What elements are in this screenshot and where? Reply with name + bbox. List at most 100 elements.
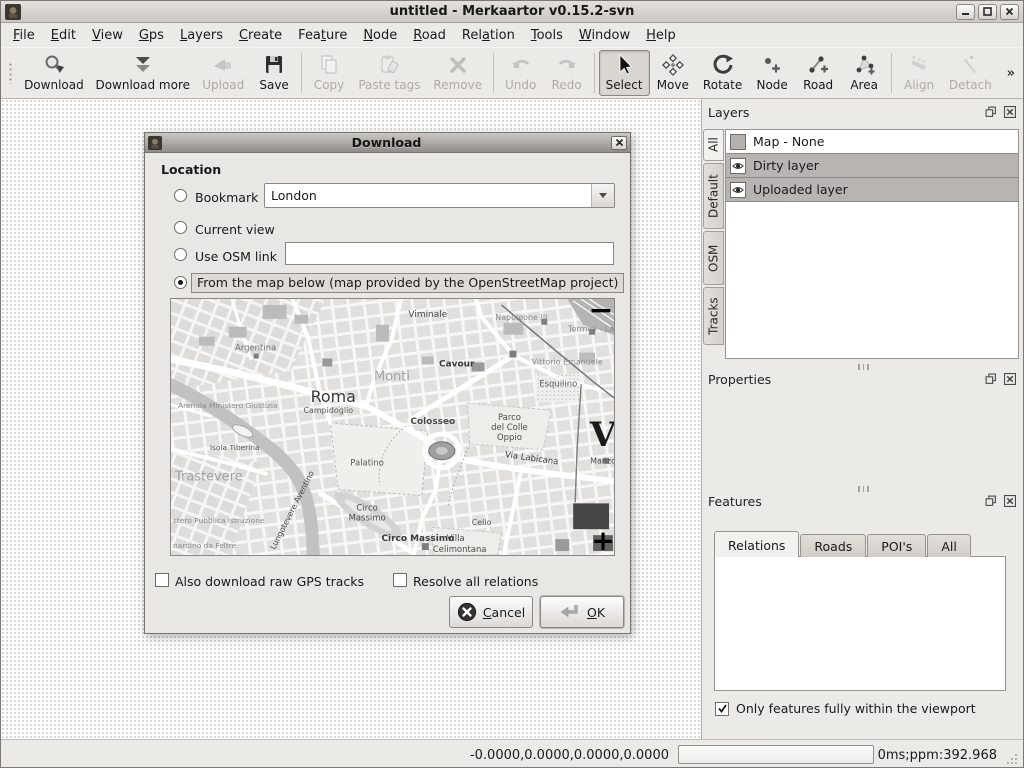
layer-row-map[interactable]: Map - None xyxy=(726,130,1018,154)
bookmark-radio-label[interactable]: Bookmark xyxy=(195,190,258,205)
layer-row-uploaded[interactable]: Uploaded layer xyxy=(726,178,1018,202)
toolbar-drag-handle[interactable] xyxy=(8,62,13,84)
ok-button[interactable]: OK xyxy=(540,596,624,628)
layers-tab-tracks[interactable]: Tracks xyxy=(703,287,724,345)
map-label: Monti xyxy=(374,369,410,384)
resize-grip[interactable] xyxy=(1006,753,1019,766)
bookmark-radio[interactable] xyxy=(174,189,187,202)
osm-map-preview[interactable]: Viminale Napoleone III Termini - La Arge… xyxy=(170,298,615,556)
current-view-radio[interactable] xyxy=(174,221,187,234)
upload-button: Upload xyxy=(195,50,251,96)
from-map-radio[interactable] xyxy=(174,276,187,289)
features-list[interactable] xyxy=(714,556,1006,691)
menu-feature[interactable]: Feature xyxy=(290,25,355,46)
menu-road[interactable]: Road xyxy=(405,25,454,46)
maximize-button[interactable] xyxy=(978,4,997,20)
eye-icon xyxy=(732,184,744,196)
layers-tab-all[interactable]: All xyxy=(703,129,724,161)
toolbar-overflow-button[interactable]: » xyxy=(999,66,1023,81)
close-button[interactable] xyxy=(1000,4,1019,20)
close-icon xyxy=(1005,7,1014,16)
dialog-title: Download xyxy=(162,135,611,150)
toolbar-separator xyxy=(594,53,595,93)
map-label: nardino da Feltre xyxy=(173,541,237,550)
osm-link-input[interactable] xyxy=(285,242,614,265)
menu-layers[interactable]: Layers xyxy=(172,25,231,46)
map-label: Isola Tiberina xyxy=(210,443,260,452)
save-button[interactable]: Save xyxy=(251,50,297,96)
map-label: del Colle xyxy=(491,422,528,432)
gps-tracks-checkbox[interactable] xyxy=(155,573,169,587)
minimize-button[interactable] xyxy=(956,4,975,20)
combo-dropdown-button[interactable] xyxy=(591,184,614,207)
features-tab-relations[interactable]: Relations xyxy=(714,531,799,557)
menu-file[interactable]: File xyxy=(5,25,43,46)
zoom-out-control[interactable]: − xyxy=(589,298,614,328)
viewport-only-checkbox[interactable] xyxy=(715,702,729,716)
menu-tools[interactable]: Tools xyxy=(523,25,571,46)
menu-help[interactable]: Help xyxy=(638,25,684,46)
features-panel-header: Features xyxy=(708,494,1019,510)
float-icon xyxy=(985,495,997,507)
close-icon xyxy=(1004,373,1016,385)
download-button[interactable]: Download xyxy=(18,50,90,96)
resolve-relations-checkbox[interactable] xyxy=(393,573,407,587)
menu-gps[interactable]: Gps xyxy=(131,25,172,46)
layer-label: Map - None xyxy=(753,134,824,149)
node-tool-button[interactable]: Node xyxy=(749,50,795,96)
layers-float-button[interactable] xyxy=(984,105,998,119)
properties-float-button[interactable] xyxy=(984,372,998,386)
move-tool-button[interactable]: Move xyxy=(650,50,696,96)
layers-tab-osm[interactable]: OSM xyxy=(703,231,724,285)
dock-splitter[interactable] xyxy=(702,364,1024,370)
save-icon xyxy=(262,53,286,77)
area-tool-button[interactable]: Area xyxy=(841,50,887,96)
features-tab-all[interactable]: All xyxy=(927,534,971,557)
download-more-icon xyxy=(131,53,155,77)
features-close-button[interactable] xyxy=(1003,494,1017,508)
bookmark-combobox[interactable]: London xyxy=(264,183,615,208)
location-section-label: Location xyxy=(161,162,221,177)
dialog-titlebar[interactable]: Download xyxy=(145,133,630,153)
menu-window[interactable]: Window xyxy=(571,25,638,46)
properties-close-button[interactable] xyxy=(1003,372,1017,386)
menu-relation[interactable]: Relation xyxy=(454,25,523,46)
rotate-tool-button[interactable]: Rotate xyxy=(696,50,749,96)
layer-visibility-toggle[interactable] xyxy=(730,158,746,174)
dialog-close-button[interactable] xyxy=(611,136,627,150)
menu-view[interactable]: View xyxy=(84,25,131,46)
layer-checkbox[interactable] xyxy=(730,134,746,150)
osm-link-radio-label[interactable]: Use OSM link xyxy=(195,249,277,264)
current-view-radio-label[interactable]: Current view xyxy=(195,222,275,237)
menu-create[interactable]: Create xyxy=(231,25,290,46)
viewport-only-label: Only features fully within the viewport xyxy=(736,701,976,716)
layers-close-button[interactable] xyxy=(1003,105,1017,119)
copy-icon xyxy=(317,53,341,77)
window-titlebar[interactable]: untitled - Merkaartor v0.15.2-svn xyxy=(1,1,1023,23)
menu-edit[interactable]: Edit xyxy=(43,25,84,46)
features-tab-pois[interactable]: POI's xyxy=(867,534,926,557)
cancel-button[interactable]: Cancel xyxy=(449,596,533,628)
road-tool-button[interactable]: Road xyxy=(795,50,841,96)
layers-panel-header: Layers xyxy=(708,105,1019,121)
map-label: Napoleone III xyxy=(495,313,547,322)
layer-row-dirty[interactable]: Dirty layer xyxy=(726,154,1018,178)
osm-link-radio[interactable] xyxy=(174,248,187,261)
from-map-radio-label[interactable]: From the map below (map provided by the … xyxy=(191,273,624,293)
layer-visibility-toggle[interactable] xyxy=(730,182,746,198)
gps-tracks-label[interactable]: Also download raw GPS tracks xyxy=(175,574,364,589)
menu-node[interactable]: Node xyxy=(355,25,405,46)
download-more-button[interactable]: Download more xyxy=(90,50,195,96)
resolve-relations-label[interactable]: Resolve all relations xyxy=(413,574,538,589)
check-icon xyxy=(717,703,728,714)
features-tab-roads[interactable]: Roads xyxy=(800,534,866,557)
layers-tab-default[interactable]: Default xyxy=(703,163,724,229)
node-icon xyxy=(760,53,784,77)
features-float-button[interactable] xyxy=(984,494,998,508)
select-tool-button[interactable]: Select xyxy=(599,50,650,96)
map-label: Celimontana xyxy=(433,544,487,554)
zoom-in-control[interactable]: + xyxy=(591,524,614,556)
bookmark-selected-value: London xyxy=(265,188,591,203)
dialog-icon xyxy=(148,136,162,150)
dock-splitter[interactable] xyxy=(702,486,1024,492)
